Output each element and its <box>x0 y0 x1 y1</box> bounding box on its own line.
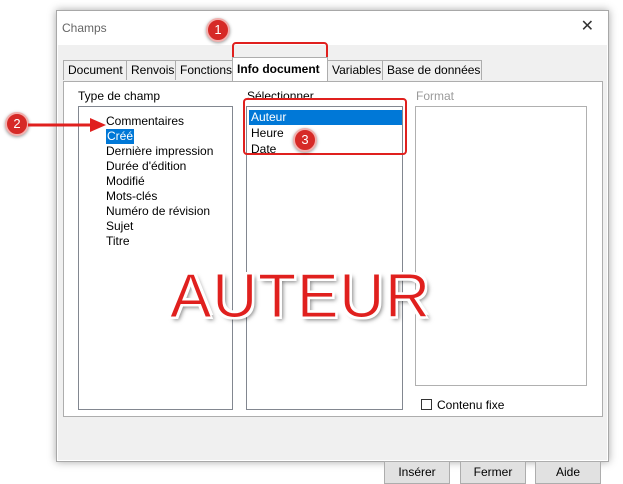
format-label: Format <box>416 89 455 103</box>
tab-document[interactable]: Document <box>63 60 127 80</box>
callout-arrow-icon <box>28 118 106 132</box>
dialog-title: Champs <box>62 21 107 35</box>
tab-renvois[interactable]: Renvois <box>126 60 176 80</box>
contenu-fixe-checkbox[interactable] <box>421 399 432 410</box>
list-item[interactable]: Titre <box>106 234 130 249</box>
overlay-auteur-text: AUTEUR <box>170 262 431 332</box>
list-item-selected[interactable]: Créé <box>106 129 135 144</box>
list-item[interactable]: Mots-clés <box>106 189 157 204</box>
type-de-champ-label: Type de champ <box>78 89 161 103</box>
list-item[interactable]: Commentaires <box>106 114 184 129</box>
champs-dialog: Champs ✕ Document Renvois Fonctions Info… <box>56 10 609 484</box>
tab-info-document[interactable]: Info document <box>232 57 328 81</box>
contenu-fixe-label: Contenu fixe <box>437 398 505 412</box>
tab-variables[interactable]: Variables <box>327 60 383 80</box>
callout-badge-3: 3 <box>293 128 317 152</box>
list-item[interactable]: Dernière impression <box>106 144 213 159</box>
title-bar: Champs ✕ <box>57 11 608 45</box>
list-item[interactable]: Sujet <box>106 219 133 234</box>
inserer-button[interactable]: Insérer <box>384 461 450 484</box>
type-de-champ-list[interactable]: Commentaires Créé Dernière impression Du… <box>78 106 233 410</box>
aide-button[interactable]: Aide <box>535 461 601 484</box>
list-item[interactable]: Numéro de révision <box>106 204 210 219</box>
format-list <box>415 106 587 386</box>
list-item[interactable]: Modifié <box>106 174 145 189</box>
close-icon[interactable]: ✕ <box>581 19 594 35</box>
fermer-button[interactable]: Fermer <box>460 461 526 484</box>
tab-base-de-donnees[interactable]: Base de données <box>382 60 482 80</box>
selection-highlight-box <box>243 98 407 155</box>
tab-fonctions[interactable]: Fonctions <box>175 60 233 80</box>
list-item[interactable]: Durée d'édition <box>106 159 186 174</box>
callout-badge-1: 1 <box>206 18 230 42</box>
callout-badge-2: 2 <box>5 112 29 136</box>
